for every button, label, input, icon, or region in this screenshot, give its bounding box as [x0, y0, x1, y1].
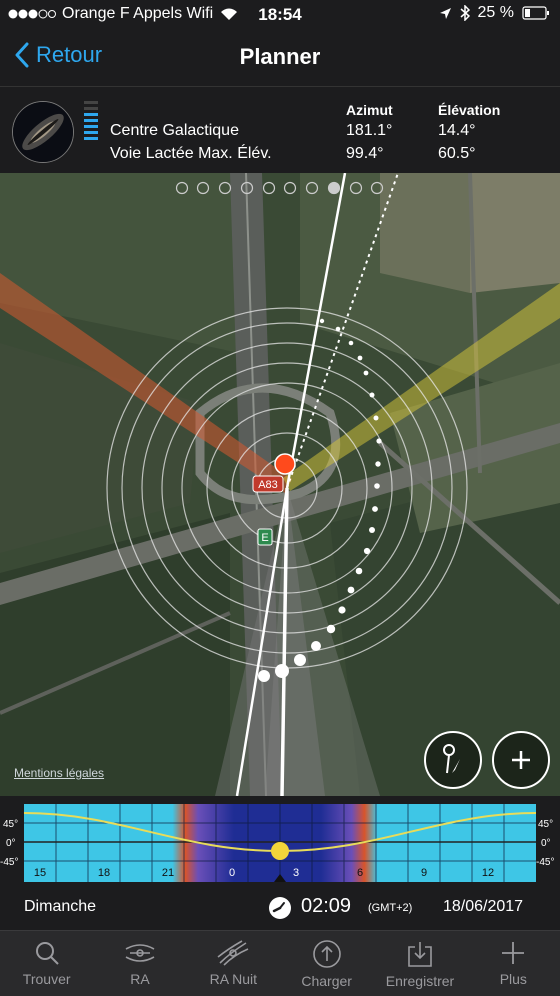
battery-label: 25 % — [477, 4, 514, 21]
object-elevation-1: 14.4° — [438, 122, 476, 139]
y-label-left-45: 45° — [3, 819, 18, 830]
tab-bar: Trouver RA RA Nuit Charger Enregistrer P… — [0, 930, 560, 996]
plus-icon — [512, 751, 530, 769]
object-azimuth-1: 181.1° — [346, 122, 393, 139]
ra-night-icon — [217, 940, 249, 966]
status-bar: Orange F Appels Wifi 18:54 25 % — [0, 0, 560, 30]
timeline-panel[interactable]: 45° 0° -45° 45° 0° -45° 15 18 21 0 3 6 9… — [0, 796, 560, 890]
y-label-right-0: 0° — [541, 838, 551, 849]
hour-label: 9 — [421, 867, 427, 879]
day-label[interactable]: Dimanche — [24, 898, 96, 916]
hour-label: 3 — [293, 867, 299, 879]
timezone-label: (GMT+2) — [368, 902, 413, 914]
location-arrow-icon — [439, 7, 451, 19]
battery-icon — [522, 6, 549, 20]
elevation-header: Élévation — [438, 102, 501, 118]
time-label[interactable]: 02:09 — [301, 895, 351, 918]
object-info-panel: Azimut Élévation Centre Galactique 181.1… — [0, 86, 560, 174]
tab-enregistrer[interactable]: Enregistrer — [373, 931, 466, 996]
road-shield-label: A83 — [258, 479, 278, 491]
object-elevation-2: 60.5° — [438, 145, 476, 162]
page-title: Planner — [239, 44, 321, 69]
hour-label: 6 — [357, 867, 363, 879]
tab-charger[interactable]: Charger — [280, 931, 373, 996]
pin-compass-icon — [443, 744, 460, 774]
object-name-1: Centre Galactique — [110, 122, 239, 139]
object-azimuth-2: 99.4° — [346, 145, 384, 162]
object-name-2: Voie Lactée Max. Élév. — [110, 145, 272, 162]
sun-marker[interactable] — [274, 453, 296, 475]
hour-label: 15 — [34, 867, 46, 879]
nav-bar: Retour Planner — [0, 30, 560, 86]
plus-icon — [502, 942, 525, 964]
object-list-indicator[interactable] — [84, 101, 98, 143]
datetime-bar: Dimanche 02:09 (GMT+2) 18/06/2017 — [0, 890, 560, 930]
tab-label: RA — [130, 971, 150, 987]
hour-label: 21 — [162, 867, 174, 879]
tab-plus[interactable]: Plus — [467, 931, 560, 996]
add-button[interactable] — [492, 731, 550, 789]
tab-label: Charger — [301, 973, 352, 989]
date-label[interactable]: 18/06/2017 — [443, 898, 523, 916]
hour-label: 12 — [482, 867, 494, 879]
timeline-sun-marker[interactable] — [271, 842, 289, 860]
exit-shield-label: E — [261, 532, 268, 544]
pin-position-button[interactable] — [424, 731, 482, 789]
hour-label: 0 — [229, 867, 235, 879]
bluetooth-icon — [460, 5, 470, 21]
clock-icon[interactable] — [268, 896, 292, 920]
tab-label: Enregistrer — [385, 973, 455, 989]
tab-ra-nuit[interactable]: RA Nuit — [187, 931, 280, 996]
hour-label: 18 — [98, 867, 110, 879]
y-label-right-neg45: -45° — [536, 857, 554, 868]
y-label-left-neg45: -45° — [0, 857, 18, 868]
galaxy-thumbnail[interactable] — [12, 101, 74, 163]
azimuth-header: Azimut — [346, 102, 393, 118]
tab-label: Trouver — [22, 971, 71, 987]
save-icon — [408, 942, 432, 967]
upload-icon — [312, 940, 341, 968]
ra-icon — [125, 944, 155, 962]
legal-link[interactable]: Mentions légales — [14, 766, 104, 780]
status-right: 25 % — [439, 4, 550, 22]
search-icon — [35, 942, 59, 965]
y-label-left-0: 0° — [6, 838, 16, 849]
tab-ra[interactable]: RA — [93, 931, 186, 996]
tab-label: Plus — [499, 971, 527, 987]
tab-label: RA Nuit — [209, 971, 258, 987]
map-view[interactable]: A83 E — [0, 173, 560, 796]
tab-trouver[interactable]: Trouver — [0, 931, 93, 996]
y-label-right-45: 45° — [538, 819, 553, 830]
